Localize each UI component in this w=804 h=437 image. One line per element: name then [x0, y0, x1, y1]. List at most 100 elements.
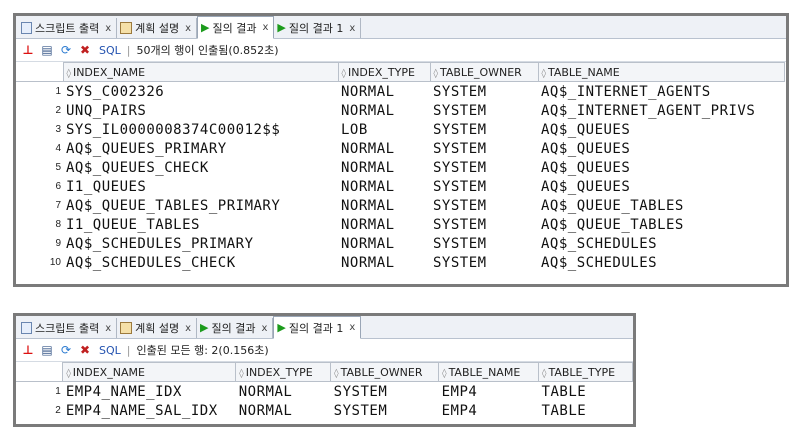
tab-query-result-1[interactable]: ▶ 질의 결과 1 x	[274, 18, 362, 38]
cell-table-owner[interactable]: SYSTEM	[331, 401, 439, 420]
cell-index-type[interactable]: NORMAL	[338, 101, 430, 120]
cell-table-type[interactable]: TABLE	[539, 382, 633, 402]
cell-table-owner[interactable]: SYSTEM	[430, 253, 538, 272]
cell-index-name[interactable]: EMP4_NAME_SAL_IDX	[63, 401, 236, 420]
row-number-header	[16, 62, 63, 82]
cell-table-name[interactable]: AQ$_QUEUES	[538, 177, 784, 196]
cell-table-owner[interactable]: SYSTEM	[430, 196, 538, 215]
column-header[interactable]: ◊ TABLE_NAME	[537, 62, 785, 82]
cell-table-owner[interactable]: SYSTEM	[430, 177, 538, 196]
cell-index-type[interactable]: NORMAL	[338, 82, 430, 102]
tab-script-output[interactable]: 스크립트 출력 x	[18, 18, 118, 38]
cell-table-name[interactable]: AQ$_INTERNET_AGENTS	[538, 82, 784, 102]
table-row[interactable]: 8 I1_QUEUE_TABLES NORMAL SYSTEM AQ$_QUEUE_TA…	[16, 215, 784, 234]
cell-table-name[interactable]: AQ$_SCHEDULES	[538, 234, 784, 253]
pin-icon[interactable]: ⊥	[21, 43, 35, 57]
close-icon[interactable]: x	[105, 323, 111, 334]
column-header[interactable]: ◊ INDEX_NAME	[62, 362, 237, 382]
cell-index-type[interactable]: NORMAL	[338, 177, 430, 196]
cell-index-name[interactable]: SYS_C002326	[63, 82, 338, 102]
column-header[interactable]: ◊ TABLE_OWNER	[330, 362, 440, 382]
cell-table-owner[interactable]: SYSTEM	[430, 82, 538, 102]
cell-table-owner[interactable]: SYSTEM	[331, 382, 439, 402]
table-row[interactable]: 6 I1_QUEUES NORMAL SYSTEM AQ$_QUEUES	[16, 177, 784, 196]
close-icon[interactable]: x	[262, 323, 268, 334]
cell-index-name[interactable]: I1_QUEUES	[63, 177, 338, 196]
cell-index-type[interactable]: NORMAL	[338, 234, 430, 253]
column-header[interactable]: ◊ INDEX_NAME	[62, 62, 339, 82]
sql-button[interactable]: SQL	[99, 344, 121, 357]
cell-table-type[interactable]: TABLE	[539, 401, 633, 420]
cell-index-type[interactable]: NORMAL	[236, 382, 331, 402]
pin-icon[interactable]: ⊥	[21, 343, 35, 357]
table-row[interactable]: 10 AQ$_SCHEDULES_CHECK NORMAL SYSTEM AQ$_SCH…	[16, 253, 784, 272]
cell-table-owner[interactable]: SYSTEM	[430, 101, 538, 120]
table-row[interactable]: 1 SYS_C002326 NORMAL SYSTEM AQ$_INTERNET_AGE…	[16, 82, 784, 102]
table-row[interactable]: 3 SYS_IL0000008374C00012$$ LOB SYSTEM AQ$_QU…	[16, 120, 784, 139]
cell-index-name[interactable]: AQ$_QUEUES_PRIMARY	[63, 139, 338, 158]
close-icon[interactable]: x	[349, 322, 355, 333]
cell-table-name[interactable]: EMP4	[439, 382, 539, 402]
close-icon[interactable]: x	[263, 22, 269, 33]
cell-table-owner[interactable]: SYSTEM	[430, 215, 538, 234]
cell-index-type[interactable]: NORMAL	[236, 401, 331, 420]
print-icon[interactable]: ▤	[40, 343, 54, 357]
cell-index-name[interactable]: AQ$_QUEUES_CHECK	[63, 158, 338, 177]
cell-table-name[interactable]: AQ$_QUEUES	[538, 120, 784, 139]
cell-table-owner[interactable]: SYSTEM	[430, 158, 538, 177]
cell-table-name[interactable]: EMP4	[439, 401, 539, 420]
close-icon[interactable]: x	[349, 23, 355, 34]
cell-index-name[interactable]: AQ$_SCHEDULES_CHECK	[63, 253, 338, 272]
refresh-icon[interactable]: ⟳	[59, 343, 73, 357]
table-row[interactable]: 9 AQ$_SCHEDULES_PRIMARY NORMAL SYSTEM AQ$_SC…	[16, 234, 784, 253]
table-row[interactable]: 4 AQ$_QUEUES_PRIMARY NORMAL SYSTEM AQ$_QUEUE…	[16, 139, 784, 158]
cell-index-name[interactable]: AQ$_QUEUE_TABLES_PRIMARY	[63, 196, 338, 215]
cell-index-type[interactable]: NORMAL	[338, 158, 430, 177]
column-header[interactable]: ◊ TABLE_OWNER	[429, 62, 539, 82]
refresh-icon[interactable]: ⟳	[59, 43, 73, 57]
tab-explain-plan[interactable]: 계획 설명 x	[117, 18, 198, 38]
cell-table-owner[interactable]: SYSTEM	[430, 120, 538, 139]
cell-index-type[interactable]: NORMAL	[338, 139, 430, 158]
close-icon[interactable]: x	[185, 23, 191, 34]
table-row[interactable]: 1 EMP4_NAME_IDX NORMAL SYSTEM EMP4 TABLE	[16, 382, 633, 402]
cell-table-name[interactable]: AQ$_QUEUE_TABLES	[538, 215, 784, 234]
close-icon[interactable]: x	[105, 23, 111, 34]
print-icon[interactable]: ▤	[40, 43, 54, 57]
tab-explain-plan[interactable]: 계획 설명 x	[117, 318, 198, 338]
cell-table-name[interactable]: AQ$_SCHEDULES	[538, 253, 784, 272]
column-header[interactable]: ◊ INDEX_TYPE	[337, 62, 431, 82]
column-header[interactable]: ◊ TABLE_TYPE	[538, 362, 633, 382]
cell-index-type[interactable]: NORMAL	[338, 196, 430, 215]
close-icon[interactable]: x	[185, 323, 191, 334]
cancel-icon[interactable]: ✖	[78, 43, 92, 57]
cell-table-owner[interactable]: SYSTEM	[430, 139, 538, 158]
cell-index-name[interactable]: AQ$_SCHEDULES_PRIMARY	[63, 234, 338, 253]
table-row[interactable]: 5 AQ$_QUEUES_CHECK NORMAL SYSTEM AQ$_QUEUES	[16, 158, 784, 177]
cell-index-name[interactable]: I1_QUEUE_TABLES	[63, 215, 338, 234]
cell-table-name[interactable]: AQ$_QUEUES	[538, 139, 784, 158]
cell-index-name[interactable]: EMP4_NAME_IDX	[63, 382, 236, 402]
tab-label: 스크립트 출력	[35, 22, 100, 35]
table-row[interactable]: 2 EMP4_NAME_SAL_IDX NORMAL SYSTEM EMP4 TABLE	[16, 401, 633, 420]
cell-table-name[interactable]: AQ$_QUEUES	[538, 158, 784, 177]
sql-button[interactable]: SQL	[99, 44, 121, 57]
cell-table-name[interactable]: AQ$_QUEUE_TABLES	[538, 196, 784, 215]
column-header[interactable]: ◊ TABLE_NAME	[438, 362, 540, 382]
cell-table-name[interactable]: AQ$_INTERNET_AGENT_PRIVS	[538, 101, 784, 120]
column-header[interactable]: ◊ INDEX_TYPE	[235, 362, 332, 382]
cell-index-name[interactable]: SYS_IL0000008374C00012$$	[63, 120, 338, 139]
tab-script-output[interactable]: 스크립트 출력 x	[18, 318, 118, 338]
cell-index-type[interactable]: NORMAL	[338, 253, 430, 272]
tab-query-result[interactable]: ▶ 질의 결과 x	[197, 318, 274, 338]
tab-query-result-1[interactable]: ▶ 질의 결과 1 x	[273, 316, 362, 339]
table-row[interactable]: 7 AQ$_QUEUE_TABLES_PRIMARY NORMAL SYSTEM AQ$…	[16, 196, 784, 215]
sort-icon: ◊	[66, 68, 71, 79]
cell-index-type[interactable]: NORMAL	[338, 215, 430, 234]
table-row[interactable]: 2 UNQ_PAIRS NORMAL SYSTEM AQ$_INTERNET_AGENT…	[16, 101, 784, 120]
cell-index-type[interactable]: LOB	[338, 120, 430, 139]
cell-table-owner[interactable]: SYSTEM	[430, 234, 538, 253]
cancel-icon[interactable]: ✖	[78, 343, 92, 357]
tab-query-result[interactable]: ▶ 질의 결과 x	[197, 16, 275, 39]
cell-index-name[interactable]: UNQ_PAIRS	[63, 101, 338, 120]
